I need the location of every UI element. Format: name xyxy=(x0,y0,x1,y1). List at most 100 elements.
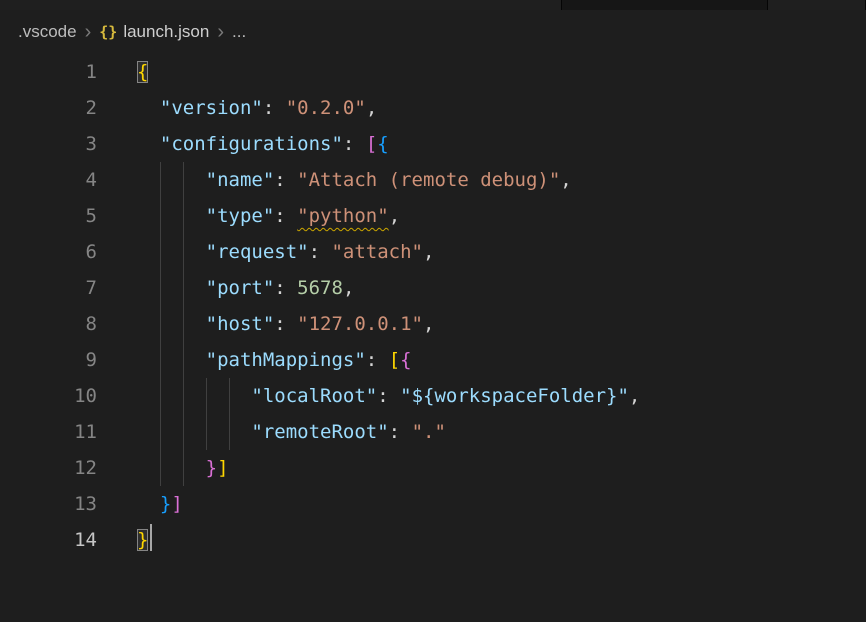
code-lines: 1{2 "version": "0.2.0",3 "configurations… xyxy=(0,54,866,558)
indent-guide xyxy=(160,414,161,450)
code-line[interactable]: 8 "host": "127.0.0.1", xyxy=(0,306,866,342)
tab-partial[interactable] xyxy=(768,0,866,10)
code-token: { xyxy=(377,133,388,155)
code-line[interactable]: 13 }] xyxy=(0,486,866,522)
tab-partial[interactable] xyxy=(562,0,768,10)
code-text: "version": "0.2.0", xyxy=(137,90,377,126)
code-line[interactable]: 11 "remoteRoot": "." xyxy=(0,414,866,450)
code-line[interactable]: 3 "configurations": [{ xyxy=(0,126,866,162)
code-token: : xyxy=(309,241,332,263)
code-token xyxy=(137,457,206,479)
code-token: "Attach (remote debug)" xyxy=(297,169,560,191)
code-token: : xyxy=(377,385,400,407)
breadcrumb-folder[interactable]: .vscode xyxy=(18,22,77,42)
line-number[interactable]: 12 xyxy=(0,450,97,486)
code-token xyxy=(137,385,251,407)
code-token: "0.2.0" xyxy=(286,97,366,119)
breadcrumb-file[interactable]: {} launch.json xyxy=(99,22,209,42)
line-number[interactable]: 6 xyxy=(0,234,97,270)
code-token: : xyxy=(389,421,412,443)
code-text: "name": "Attach (remote debug)", xyxy=(137,162,572,198)
code-token: "type" xyxy=(206,205,275,227)
line-number[interactable]: 8 xyxy=(0,306,97,342)
code-text: "type": "python", xyxy=(137,198,400,234)
code-token: "attach" xyxy=(331,241,423,263)
line-number[interactable]: 2 xyxy=(0,90,97,126)
code-text: "configurations": [{ xyxy=(137,126,389,162)
code-token: "remoteRoot" xyxy=(251,421,388,443)
code-line[interactable]: 9 "pathMappings": [{ xyxy=(0,342,866,378)
code-token: "name" xyxy=(206,169,275,191)
code-text: } xyxy=(137,522,152,558)
code-text: "pathMappings": [{ xyxy=(137,342,412,378)
indent-guide xyxy=(160,162,161,198)
json-file-icon: {} xyxy=(99,23,117,41)
line-number[interactable]: 3 xyxy=(0,126,97,162)
code-token: : xyxy=(366,349,389,371)
code-token: "python" xyxy=(297,205,389,227)
line-number[interactable]: 13 xyxy=(0,486,97,522)
code-token: "${workspaceFolder}" xyxy=(400,385,629,407)
code-token: { xyxy=(137,61,148,83)
indent-guide xyxy=(160,378,161,414)
code-text: "request": "attach", xyxy=(137,234,434,270)
code-token: "." xyxy=(412,421,446,443)
code-token: : xyxy=(263,97,286,119)
line-number[interactable]: 9 xyxy=(0,342,97,378)
code-line[interactable]: 4 "name": "Attach (remote debug)", xyxy=(0,162,866,198)
indent-guide xyxy=(160,270,161,306)
indent-guide xyxy=(183,306,184,342)
code-editor[interactable]: 1{2 "version": "0.2.0",3 "configurations… xyxy=(0,54,866,558)
code-token: : xyxy=(343,133,366,155)
line-number[interactable]: 14 xyxy=(0,522,97,558)
code-token: "version" xyxy=(160,97,263,119)
code-line[interactable]: 14} xyxy=(0,522,866,558)
line-number[interactable]: 11 xyxy=(0,414,97,450)
indent-guide xyxy=(183,162,184,198)
code-line[interactable]: 6 "request": "attach", xyxy=(0,234,866,270)
breadcrumb: .vscode › {} launch.json › ... xyxy=(0,10,866,54)
code-token: , xyxy=(423,313,434,335)
code-text: "remoteRoot": "." xyxy=(137,414,446,450)
code-text: }] xyxy=(137,450,229,486)
code-token: } xyxy=(137,529,148,551)
tab-partial[interactable] xyxy=(0,0,562,10)
code-token: [ xyxy=(389,349,400,371)
code-line[interactable]: 10 "localRoot": "${workspaceFolder}", xyxy=(0,378,866,414)
indent-guide xyxy=(160,450,161,486)
code-line[interactable]: 5 "type": "python", xyxy=(0,198,866,234)
indent-guide xyxy=(160,342,161,378)
code-token: , xyxy=(366,97,377,119)
code-text: }] xyxy=(137,486,183,522)
indent-guide xyxy=(183,378,184,414)
breadcrumb-symbol[interactable]: ... xyxy=(232,22,246,42)
chevron-right-icon: › xyxy=(77,22,100,42)
code-token: } xyxy=(160,493,171,515)
code-token xyxy=(137,205,206,227)
line-number[interactable]: 10 xyxy=(0,378,97,414)
tab-strip xyxy=(0,0,866,10)
chevron-right-icon: › xyxy=(209,22,232,42)
code-line[interactable]: 2 "version": "0.2.0", xyxy=(0,90,866,126)
code-token: "port" xyxy=(206,277,275,299)
code-line[interactable]: 1{ xyxy=(0,54,866,90)
line-number[interactable]: 4 xyxy=(0,162,97,198)
code-token: , xyxy=(629,385,640,407)
code-token xyxy=(137,349,206,371)
code-token: ] xyxy=(217,457,228,479)
code-token: "host" xyxy=(206,313,275,335)
code-token xyxy=(137,241,206,263)
line-number[interactable]: 1 xyxy=(0,54,97,90)
indent-guide xyxy=(183,270,184,306)
code-token: 5678 xyxy=(297,277,343,299)
indent-guide xyxy=(183,198,184,234)
line-number[interactable]: 5 xyxy=(0,198,97,234)
line-number[interactable]: 7 xyxy=(0,270,97,306)
code-line[interactable]: 7 "port": 5678, xyxy=(0,270,866,306)
code-token: { xyxy=(400,349,411,371)
text-cursor xyxy=(150,524,152,551)
indent-guide xyxy=(206,378,207,414)
code-token: , xyxy=(343,277,354,299)
code-text: { xyxy=(137,54,148,90)
code-line[interactable]: 12 }] xyxy=(0,450,866,486)
